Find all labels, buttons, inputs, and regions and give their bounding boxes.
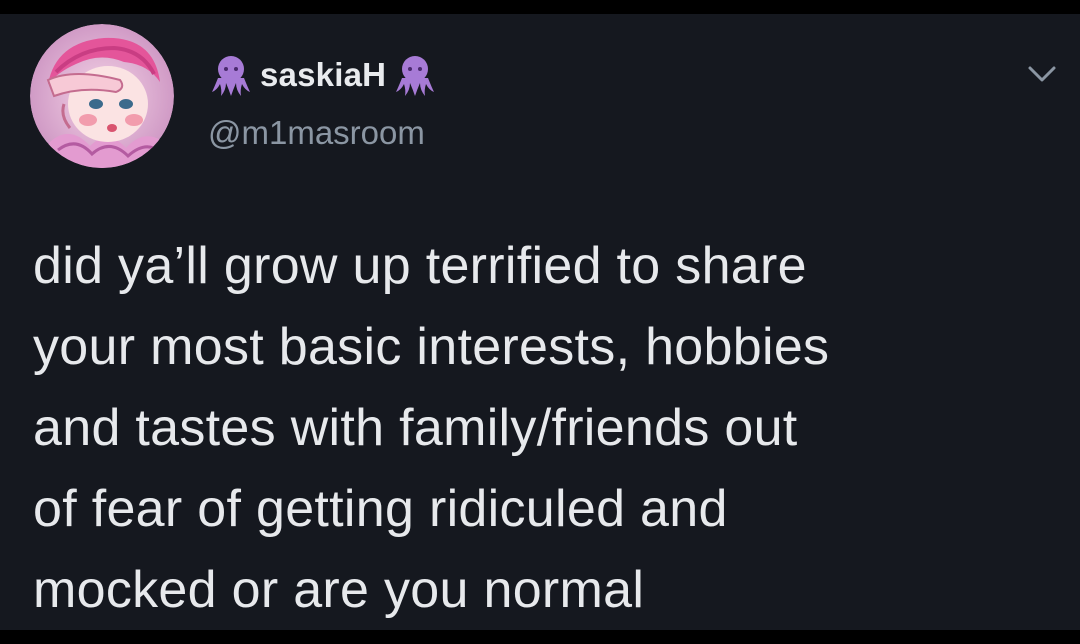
- avatar[interactable]: [30, 24, 174, 168]
- tweet-card: saskiaH @m1masroom did ya’ll grow up ter…: [0, 14, 1080, 630]
- avatar-illustration: [30, 24, 174, 168]
- author-handle[interactable]: @m1masroom: [208, 114, 425, 152]
- tweet-text: did ya’ll grow up terrified to share you…: [33, 237, 830, 619]
- octopus-icon: [396, 56, 435, 96]
- author-name-row[interactable]: saskiaH: [208, 50, 438, 100]
- chevron-down-icon[interactable]: [1024, 62, 1060, 86]
- screenshot-frame: saskiaH @m1masroom did ya’ll grow up ter…: [0, 0, 1080, 644]
- author-display-name[interactable]: saskiaH: [260, 56, 386, 94]
- octopus-icon: [212, 56, 250, 96]
